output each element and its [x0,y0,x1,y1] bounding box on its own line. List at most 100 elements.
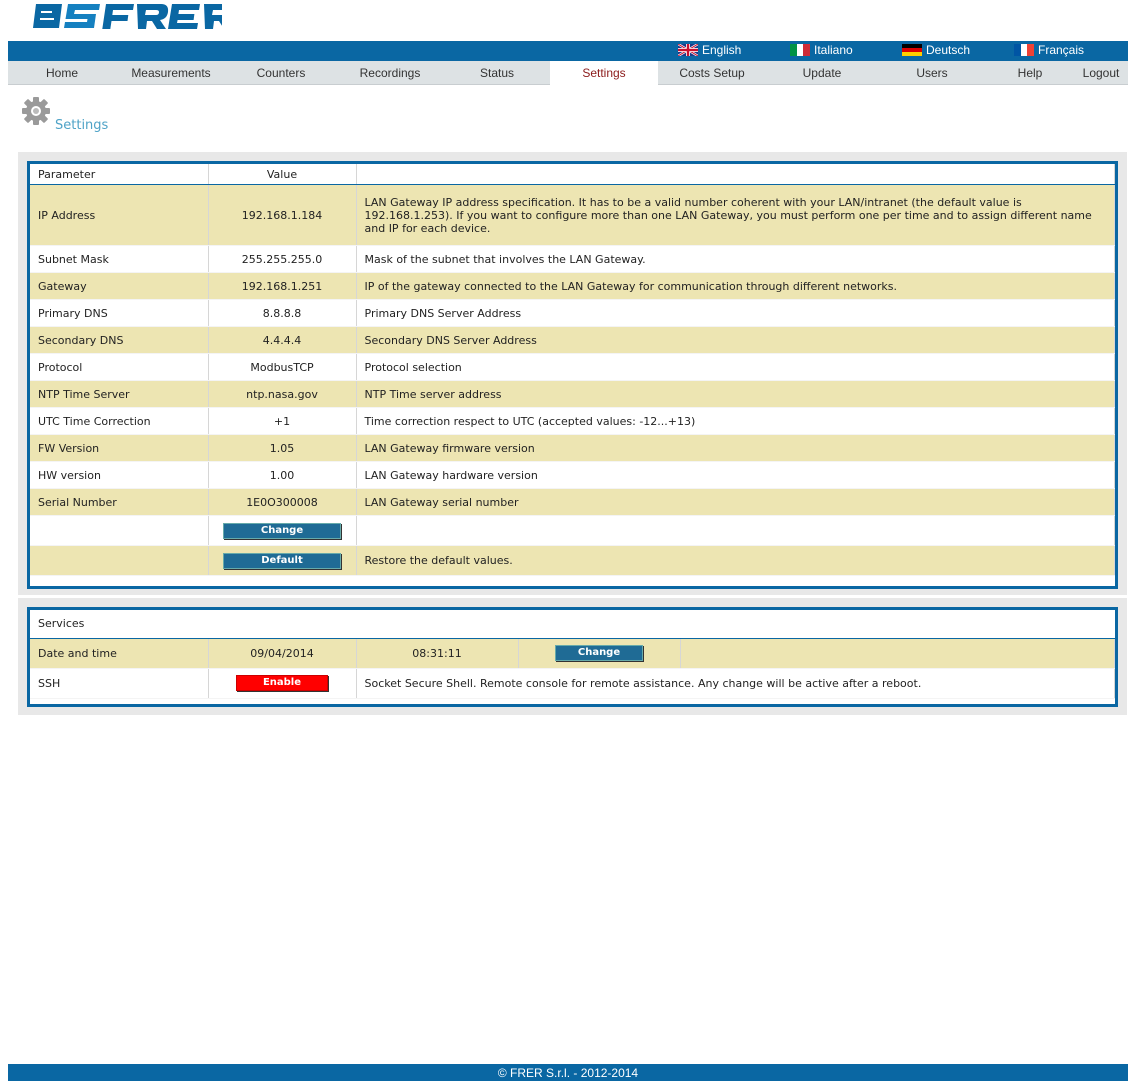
param-label: IP Address [30,184,209,246]
ssh-desc: Socket Secure Shell. Remote console for … [356,668,1115,699]
table-header: Parameter Value [30,164,1115,185]
param-desc: Primary DNS Server Address [356,299,1115,327]
param-label: HW version [30,461,209,489]
param-desc: LAN Gateway IP address specification. It… [356,184,1115,246]
param-value[interactable]: +1 [208,407,357,435]
nav-status[interactable]: Status [444,61,550,84]
param-label: Subnet Mask [30,245,209,273]
services-header: Services [30,610,1115,639]
table-row-subnet-mask: Subnet Mask 255.255.255.0 Mask of the su… [30,245,1115,273]
frer-logo [33,4,222,29]
param-desc: Protocol selection [356,353,1115,381]
app-frame: English Italiano Deutsch Français Home M… [8,0,1128,1081]
col-value-header: Value [208,164,357,185]
language-bar: English Italiano Deutsch Français [8,41,1128,61]
italy-flag-icon [790,44,810,56]
uk-flag-icon [677,42,699,58]
table-row-serial-number: Serial Number 1E0O300008 LAN Gateway ser… [30,488,1115,516]
param-desc: Secondary DNS Server Address [356,326,1115,354]
nav-home[interactable]: Home [8,61,116,84]
param-desc: LAN Gateway serial number [356,488,1115,516]
lang-deutsch[interactable]: Deutsch [902,43,970,57]
default-desc: Restore the default values. [356,545,1115,576]
param-desc: NTP Time server address [356,380,1115,408]
col-desc-header [356,164,1115,185]
table-row-fw-version: FW Version 1.05 LAN Gateway firmware ver… [30,434,1115,462]
param-desc: LAN Gateway hardware version [356,461,1115,489]
lang-label: Deutsch [926,43,971,57]
lang-francais[interactable]: Français [1014,43,1084,57]
param-value[interactable]: 4.4.4.4 [208,326,357,354]
settings-table: Parameter Value IP Address 192.168.1.184… [30,164,1115,576]
param-label: UTC Time Correction [30,407,209,435]
param-value[interactable]: ntp.nasa.gov [208,380,357,408]
param-label: Protocol [30,353,209,381]
gear-icon [22,97,50,125]
nav-logout[interactable]: Logout [1074,61,1128,84]
table-row-utc-correction: UTC Time Correction +1 Time correction r… [30,407,1115,435]
nav-measurements[interactable]: Measurements [116,61,226,84]
param-desc: IP of the gateway connected to the LAN G… [356,272,1115,300]
services-table-box: Services Date and time 09/04/2014 08:31:… [27,607,1118,707]
param-value: 1E0O300008 [208,488,357,516]
lang-italiano[interactable]: Italiano [790,43,853,57]
nav-settings[interactable]: Settings [550,61,658,85]
param-label: Serial Number [30,488,209,516]
services-row-ssh: SSH Enable Socket Secure Shell. Remote c… [30,668,1115,699]
lang-english[interactable]: English [677,42,742,58]
germany-flag-icon [902,44,922,56]
param-desc: Mask of the subnet that involves the LAN… [356,245,1115,273]
nav-counters[interactable]: Counters [226,61,336,84]
ssh-enable-button[interactable]: Enable [236,675,328,691]
param-label: Gateway [30,272,209,300]
param-value[interactable]: 192.168.1.251 [208,272,357,300]
param-value[interactable]: 8.8.8.8 [208,299,357,327]
table-row-hw-version: HW version 1.00 LAN Gateway hardware ver… [30,461,1115,489]
nav-recordings[interactable]: Recordings [336,61,444,84]
lang-label: Français [1038,43,1085,57]
main-nav: Home Measurements Counters Recordings St… [8,61,1128,85]
services-table: Services Date and time 09/04/2014 08:31:… [30,610,1115,699]
services-header-row: Services [30,610,1115,639]
table-row-ip-address: IP Address 192.168.1.184 LAN Gateway IP … [30,184,1115,246]
nav-update[interactable]: Update [766,61,878,84]
table-row-ntp-server: NTP Time Server ntp.nasa.gov NTP Time se… [30,380,1115,408]
france-flag-icon [1014,44,1034,56]
param-label: FW Version [30,434,209,462]
param-desc: LAN Gateway firmware version [356,434,1115,462]
footer: © FRER S.r.l. - 2012-2014 [8,1064,1128,1081]
table-row-gateway: Gateway 192.168.1.251 IP of the gateway … [30,272,1115,300]
time-value[interactable]: 08:31:11 [356,638,519,669]
table-row-protocol: Protocol ModbusTCP Protocol selection [30,353,1115,381]
param-label: NTP Time Server [30,380,209,408]
param-desc: Time correction respect to UTC (accepted… [356,407,1115,435]
page-title: Settings [55,118,109,133]
settings-table-box: Parameter Value IP Address 192.168.1.184… [27,161,1118,589]
param-value[interactable]: 192.168.1.184 [208,184,357,246]
table-row-change: Change [30,515,1115,546]
param-value: 1.05 [208,434,357,462]
services-row-date: Date and time 09/04/2014 08:31:11 Change [30,638,1115,669]
nav-costs-setup[interactable]: Costs Setup [658,61,766,84]
param-value[interactable]: 255.255.255.0 [208,245,357,273]
settings-panel: Parameter Value IP Address 192.168.1.184… [18,152,1127,595]
default-button[interactable]: Default [223,552,341,569]
param-value[interactable]: ModbusTCP [208,353,357,381]
nav-users[interactable]: Users [878,61,986,84]
table-row-primary-dns: Primary DNS 8.8.8.8 Primary DNS Server A… [30,299,1115,327]
change-button[interactable]: Change [223,522,341,539]
param-value: 1.00 [208,461,357,489]
param-label: Secondary DNS [30,326,209,354]
col-parameter-header: Parameter [30,164,209,185]
date-time-label: Date and time [30,638,209,669]
date-change-button[interactable]: Change [555,645,643,661]
date-value[interactable]: 09/04/2014 [208,638,357,669]
lang-label: Italiano [814,43,853,57]
table-row-secondary-dns: Secondary DNS 4.4.4.4 Secondary DNS Serv… [30,326,1115,354]
param-label: Primary DNS [30,299,209,327]
nav-help[interactable]: Help [986,61,1074,84]
services-panel: Services Date and time 09/04/2014 08:31:… [18,598,1127,715]
table-row-default: Default Restore the default values. [30,545,1115,576]
lang-label: English [702,43,742,57]
ssh-label: SSH [30,668,209,699]
